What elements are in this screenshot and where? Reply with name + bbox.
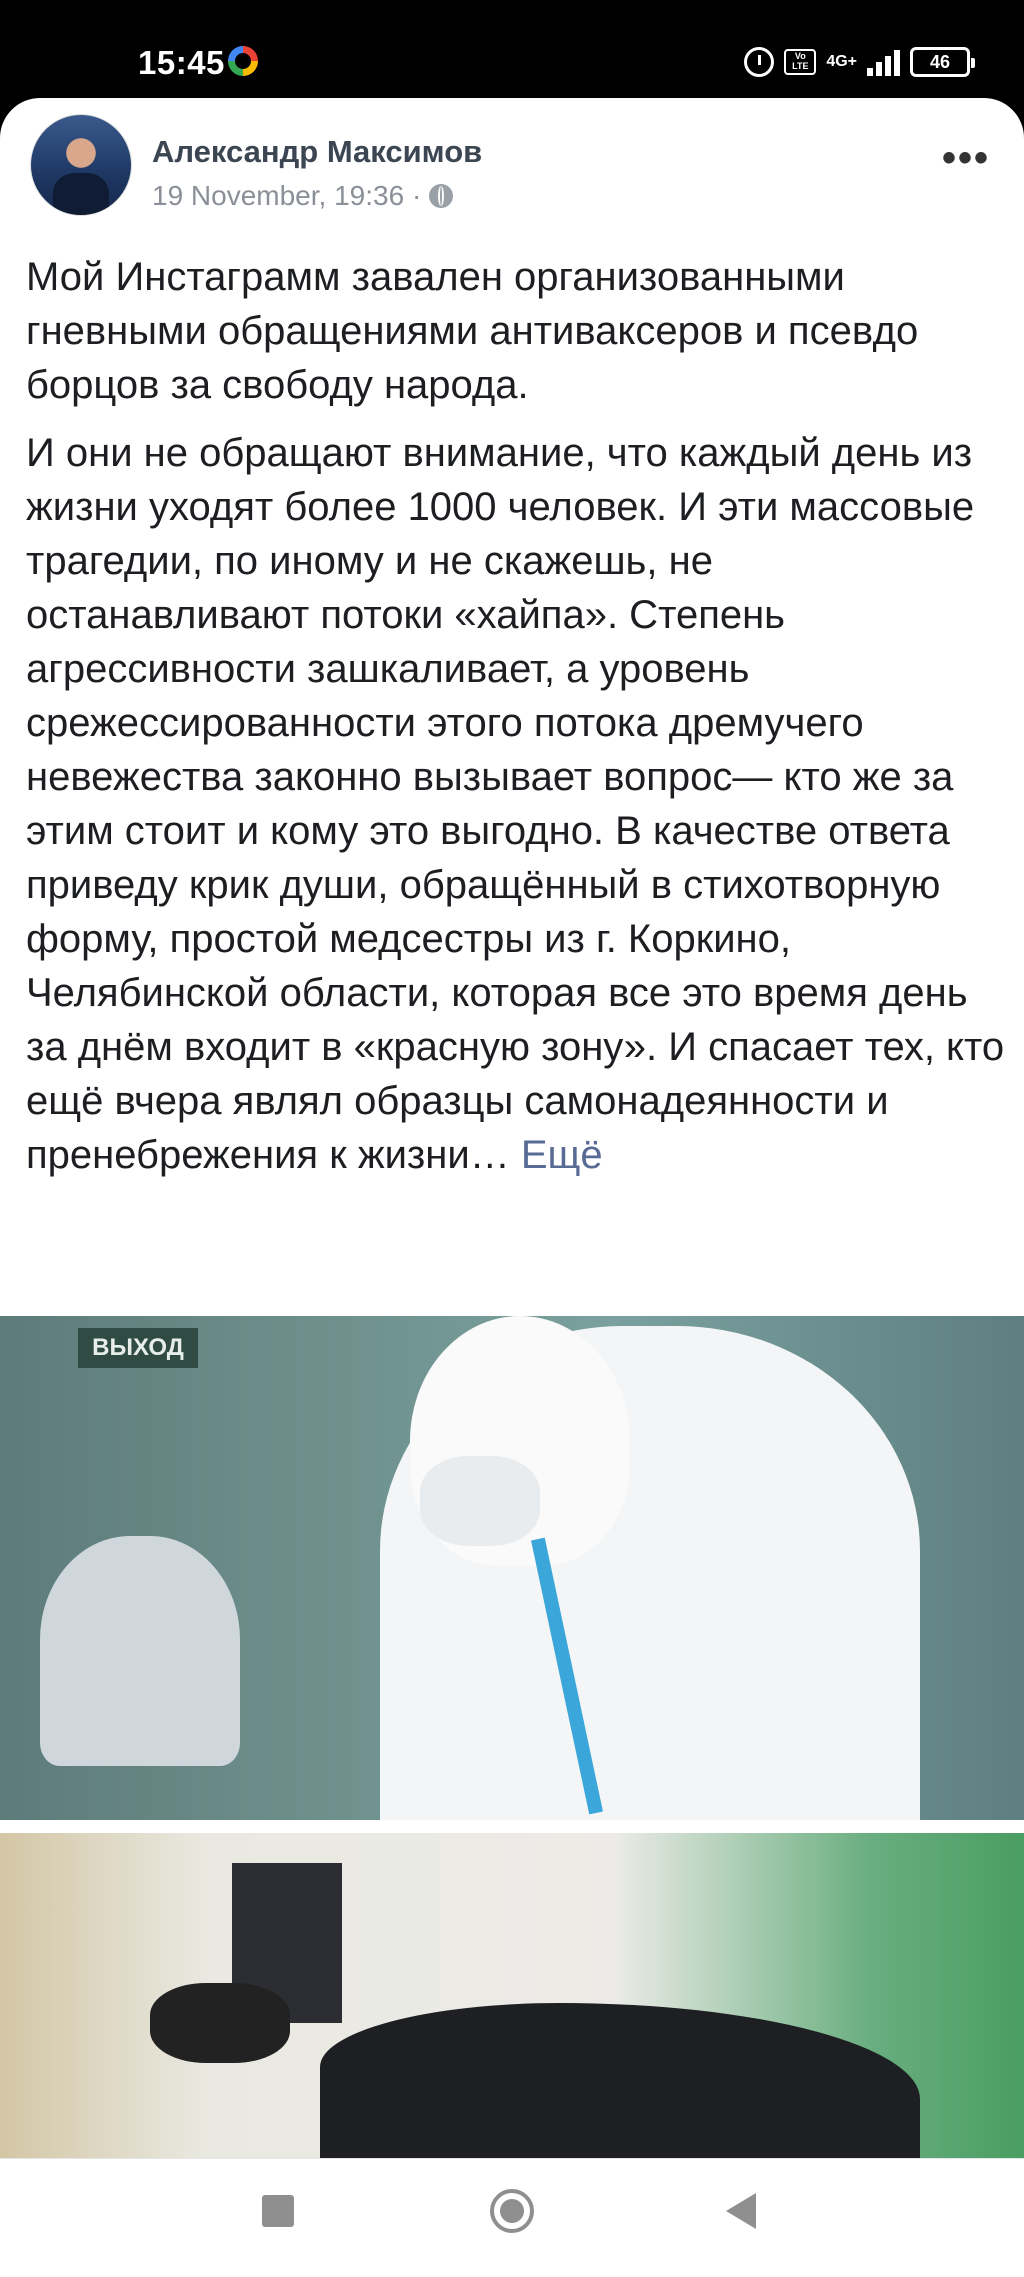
avatar[interactable] [30,114,132,216]
face-mask [420,1456,540,1546]
status-bar: 15:45 Vo LTE 4G+ 46 [0,0,1024,100]
exit-sign: ВЫХОД [78,1328,198,1368]
alarm-icon [744,47,775,77]
post-meta: 19 November, 19:36 · [152,180,454,212]
post-photo-1[interactable]: ВЫХОД [0,1316,1024,1820]
author-name[interactable]: Александр Максимов [152,134,482,170]
navigation-bar [0,2158,1024,2277]
post-paragraph-2: И они не обращают внимание, что каждый д… [26,426,1006,1182]
google-icon [228,46,258,76]
background-figure [40,1536,240,1766]
recent-apps-icon[interactable] [262,2195,294,2227]
network-type-label: 4G+ [826,53,857,70]
body-bags [320,2003,920,2158]
home-icon[interactable] [490,2189,534,2233]
post-paragraph-1: Мой Инстаграмм завален организованными г… [26,255,919,407]
body-bag [150,1983,290,2063]
clock: 15:45 [138,44,225,81]
post-text: Мой Инстаграмм завален организованными г… [26,250,1006,1196]
post-timestamp[interactable]: 19 November, 19:36 · [152,180,421,212]
volte-icon: Vo LTE [784,49,817,75]
signal-icon [867,48,900,76]
globe-icon [429,184,454,208]
battery-icon: 46 [910,47,975,77]
see-more-link[interactable]: Ещё [521,1133,603,1177]
post-photo-2[interactable] [0,1833,1024,2158]
back-icon[interactable] [726,2193,756,2229]
post-paragraph-2-text: И они не обращают внимание, что каждый д… [26,431,1005,1177]
status-icons: Vo LTE 4G+ 46 [744,44,975,80]
post-card: Александр Максимов 19 November, 19:36 · … [0,98,1024,2158]
more-options-icon[interactable]: ••• [942,138,990,178]
